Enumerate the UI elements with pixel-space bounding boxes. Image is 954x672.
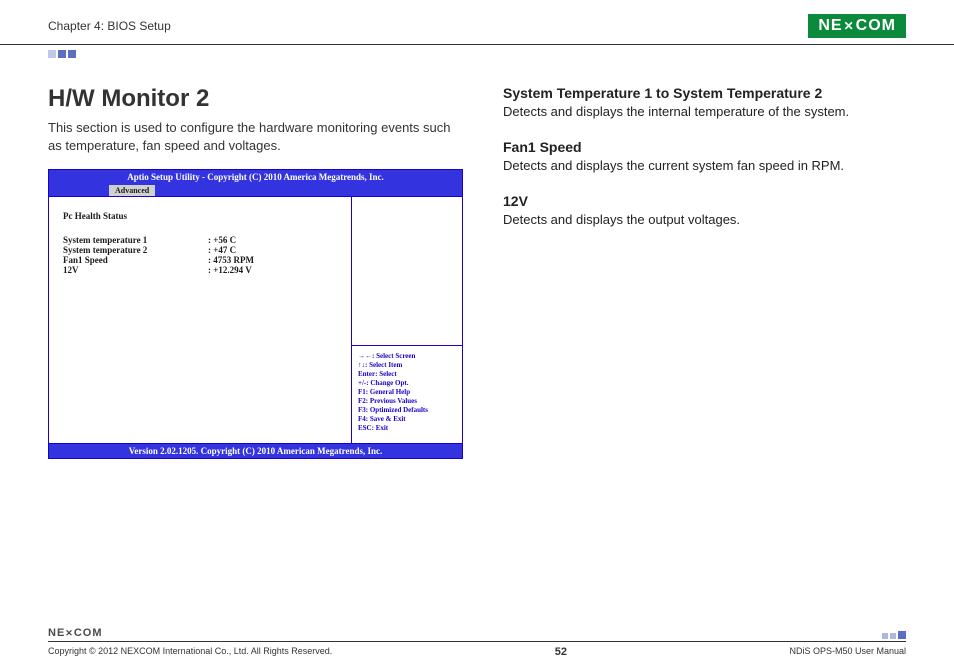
footer-bottom-row: Copyright © 2012 NEXCOM International Co… — [48, 642, 906, 658]
bios-label: 12V — [63, 265, 208, 275]
bios-value: : +56 C — [208, 235, 236, 245]
bios-row: System temperature 2 : +47 C — [63, 245, 341, 255]
help-line: ↑↓: Select Item — [358, 361, 456, 370]
bios-value: : 4753 RPM — [208, 255, 254, 265]
section-heading: System Temperature 1 to System Temperatu… — [503, 85, 906, 101]
bios-body: Pc Health Status System temperature 1 : … — [49, 196, 462, 444]
bios-value: : +12.294 V — [208, 265, 252, 275]
section-heading: 12V — [503, 193, 906, 209]
help-line: F4: Save & Exit — [358, 415, 456, 424]
page-title: H/W Monitor 2 — [48, 85, 463, 113]
page-number: 52 — [555, 646, 567, 658]
copyright-text: Copyright © 2012 NEXCOM International Co… — [48, 646, 332, 658]
bios-main-panel: Pc Health Status System temperature 1 : … — [49, 197, 352, 443]
help-line: Enter: Select — [358, 370, 456, 379]
chapter-label: Chapter 4: BIOS Setup — [48, 19, 171, 33]
bios-label: System temperature 1 — [63, 235, 208, 245]
footer-top-row: NE✕COM — [48, 627, 906, 642]
decor-icon — [48, 50, 76, 58]
brand-logo: NE✕COM — [808, 14, 906, 38]
bios-side-panel: →←: Select Screen ↑↓: Select Item Enter:… — [352, 197, 462, 443]
page-header: Chapter 4: BIOS Setup NE✕COM — [0, 0, 954, 45]
bios-header: Aptio Setup Utility - Copyright (C) 2010… — [49, 170, 462, 184]
help-line: +/-: Change Opt. — [358, 379, 456, 388]
x-icon: ✕ — [844, 19, 855, 33]
bios-tabbar: Advanced — [49, 184, 462, 196]
help-line: F1: General Help — [358, 388, 456, 397]
section-text: Detects and displays the internal temper… — [503, 103, 906, 121]
left-column: H/W Monitor 2 This section is used to co… — [48, 85, 463, 459]
help-line: →←: Select Screen — [358, 352, 456, 361]
bios-row: 12V : +12.294 V — [63, 265, 341, 275]
section-text: Detects and displays the output voltages… — [503, 211, 906, 229]
bios-section-title: Pc Health Status — [63, 211, 341, 221]
bios-label: Fan1 Speed — [63, 255, 208, 265]
footer-brand: NE✕COM — [48, 627, 103, 639]
help-line: F3: Optimized Defaults — [358, 406, 456, 415]
content-area: H/W Monitor 2 This section is used to co… — [0, 45, 954, 459]
bios-label: System temperature 2 — [63, 245, 208, 255]
bios-help-keys: →←: Select Screen ↑↓: Select Item Enter:… — [352, 345, 462, 444]
bios-tab-advanced: Advanced — [109, 185, 155, 196]
section-text: Detects and displays the current system … — [503, 157, 906, 175]
bios-value: : +47 C — [208, 245, 236, 255]
section-heading: Fan1 Speed — [503, 139, 906, 155]
bios-screenshot: Aptio Setup Utility - Copyright (C) 2010… — [48, 169, 463, 459]
bios-row: System temperature 1 : +56 C — [63, 235, 341, 245]
right-column: System Temperature 1 to System Temperatu… — [503, 85, 906, 459]
bios-footer: Version 2.02.1205. Copyright (C) 2010 Am… — [49, 444, 462, 458]
footer-decor-icon — [882, 631, 906, 639]
manual-name: NDiS OPS-M50 User Manual — [789, 646, 906, 658]
bios-row: Fan1 Speed : 4753 RPM — [63, 255, 341, 265]
page-footer: NE✕COM Copyright © 2012 NEXCOM Internati… — [0, 627, 954, 672]
intro-text: This section is used to configure the ha… — [48, 119, 463, 155]
help-line: ESC: Exit — [358, 424, 456, 433]
help-line: F2: Previous Values — [358, 397, 456, 406]
